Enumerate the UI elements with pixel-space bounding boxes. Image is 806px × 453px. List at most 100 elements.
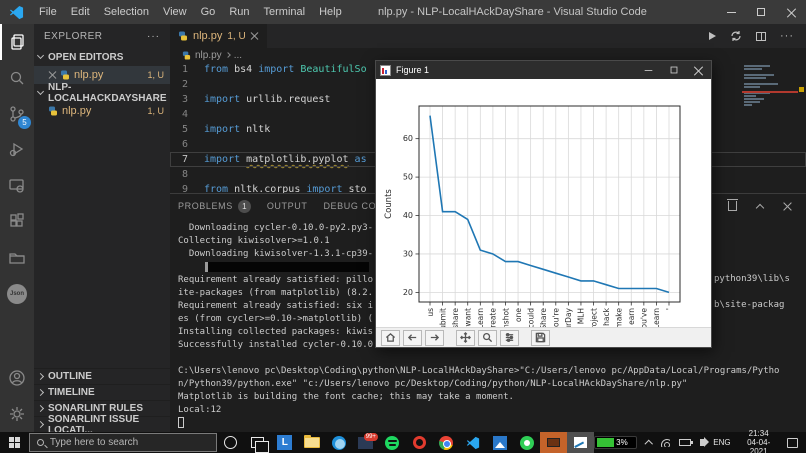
- language-indicator[interactable]: ENG: [713, 438, 730, 447]
- svg-text:60: 60: [403, 134, 413, 143]
- sidebar-item-folder-ext[interactable]: [0, 240, 34, 276]
- action-center-icon[interactable]: [787, 438, 798, 448]
- home-button[interactable]: [381, 330, 400, 346]
- subplots-button[interactable]: [500, 330, 519, 346]
- menu-go[interactable]: Go: [194, 0, 223, 24]
- taskbar-mail[interactable]: 99+: [352, 432, 379, 453]
- tray-expand-icon[interactable]: [645, 440, 653, 448]
- figure-close-button[interactable]: [686, 61, 711, 79]
- figure-title-bar[interactable]: Figure 1: [376, 61, 711, 79]
- breadcrumb-more[interactable]: ...: [234, 50, 242, 61]
- taskbar-app-blue[interactable]: [325, 432, 352, 453]
- taskbar-vscode[interactable]: [460, 432, 487, 453]
- battery-widget[interactable]: 3%: [594, 436, 637, 449]
- svg-text:50: 50: [403, 173, 413, 182]
- minimap-error-marker: [742, 91, 798, 93]
- taskbar-photos[interactable]: [487, 432, 514, 453]
- folder-section[interactable]: NLP-LOCALHACKDAYSHARE: [34, 84, 170, 102]
- close-panel-icon[interactable]: [783, 202, 792, 211]
- code-token: import: [204, 94, 240, 105]
- save-button[interactable]: [531, 330, 550, 346]
- maximize-button[interactable]: [746, 0, 776, 24]
- tab-close-icon[interactable]: [251, 32, 259, 40]
- minimap-line: [744, 68, 762, 70]
- panel-tab-output[interactable]: OUTPUT: [267, 194, 308, 218]
- terminal-cursor: [178, 417, 184, 428]
- cortana-button[interactable]: [217, 432, 244, 453]
- chevron-up-icon[interactable]: [756, 203, 764, 211]
- vscode-logo-icon: [9, 5, 24, 20]
- open-editors-section[interactable]: OPEN EDITORS: [34, 48, 170, 66]
- taskbar-figure-window[interactable]: [567, 432, 594, 453]
- sidebar-item-search[interactable]: [0, 60, 34, 96]
- code-text: import nltk: [200, 122, 270, 137]
- chevron-down-icon: [37, 88, 44, 95]
- breadcrumb-file[interactable]: nlp.py: [195, 50, 222, 61]
- menu-file[interactable]: File: [32, 0, 64, 24]
- minimap-line: [744, 77, 766, 79]
- kill-terminal-icon[interactable]: [728, 201, 737, 211]
- zoom-rect-button[interactable]: [478, 330, 497, 346]
- menu-run[interactable]: Run: [222, 0, 256, 24]
- clock[interactable]: 21:34 04-04-2021: [740, 429, 778, 453]
- line-number: 7: [170, 152, 200, 167]
- sidebar-more-actions[interactable]: ···: [147, 31, 160, 42]
- menu-terminal[interactable]: Terminal: [257, 0, 313, 24]
- minimize-button[interactable]: [716, 0, 746, 24]
- back-button[interactable]: [403, 330, 422, 346]
- taskbar-app-active-orange[interactable]: [540, 432, 567, 453]
- taskbar-search[interactable]: Type here to search: [29, 433, 218, 452]
- taskbar-app-l[interactable]: L: [271, 432, 298, 453]
- tab-nlp-py[interactable]: nlp.py 1, U: [170, 24, 267, 48]
- vscode-icon: [466, 436, 480, 450]
- taskbar-opera[interactable]: [406, 432, 433, 453]
- menu-selection[interactable]: Selection: [97, 0, 156, 24]
- sidebar-item-extensions[interactable]: [0, 204, 34, 240]
- close-editor-icon[interactable]: [48, 71, 56, 79]
- sidebar-item-remote-explorer[interactable]: [0, 168, 34, 204]
- sidebar-item-json-ext[interactable]: Json: [0, 276, 34, 312]
- sidebar-section-sonarlint-issue-locati-[interactable]: SONARLINT ISSUE LOCATI...: [34, 416, 170, 432]
- pan-button[interactable]: [456, 330, 475, 346]
- task-view-button[interactable]: [244, 432, 271, 453]
- figure-window-controls: [636, 61, 711, 79]
- minimap-line: [744, 83, 778, 85]
- account-button[interactable]: [0, 360, 34, 396]
- menu-view[interactable]: View: [156, 0, 194, 24]
- minimap[interactable]: [744, 64, 796, 107]
- taskbar-file-explorer[interactable]: [298, 432, 325, 453]
- battery-icon[interactable]: [679, 439, 690, 446]
- line-chart: 2030405060usubmitsharewantLearnreatensho…: [376, 79, 711, 329]
- sync-icon[interactable]: [730, 30, 742, 42]
- close-button[interactable]: [776, 0, 806, 24]
- sidebar-section-outline[interactable]: OUTLINE: [34, 368, 170, 384]
- menu-edit[interactable]: Edit: [64, 0, 97, 24]
- file-badge: 1, U: [147, 70, 164, 80]
- taskbar-whatsapp[interactable]: [513, 432, 540, 453]
- line-number: 4: [170, 107, 200, 122]
- sidebar-section-timeline[interactable]: TIMELINE: [34, 384, 170, 400]
- settings-button[interactable]: [0, 396, 34, 432]
- figure-minimize-button[interactable]: [636, 61, 661, 79]
- line-number: 3: [170, 92, 200, 107]
- sidebar-item-explorer[interactable]: [0, 24, 34, 60]
- taskbar-chrome[interactable]: [433, 432, 460, 453]
- figure-window[interactable]: Figure 1 2030405060usubmitsharewantLearn…: [375, 60, 712, 348]
- run-file-button[interactable]: [709, 32, 716, 40]
- sidebar-item-run-debug[interactable]: [0, 132, 34, 168]
- system-tray: 3% ENG 21:34 04-04-2021: [594, 429, 806, 453]
- split-editor-button[interactable]: [756, 32, 766, 41]
- wifi-icon[interactable]: [661, 439, 670, 447]
- start-button[interactable]: [0, 432, 29, 453]
- forward-button[interactable]: [425, 330, 444, 346]
- search-icon: [37, 439, 44, 446]
- svg-text:urDay: urDay: [564, 307, 573, 329]
- speaker-icon[interactable]: [700, 439, 705, 446]
- taskbar-spotify[interactable]: [379, 432, 406, 453]
- panel-tab-problems[interactable]: PROBLEMS1: [178, 194, 251, 218]
- figure-maximize-button[interactable]: [661, 61, 686, 79]
- menu-help[interactable]: Help: [312, 0, 349, 24]
- sidebar-item-source-control[interactable]: 5: [0, 96, 34, 132]
- file-item-nlp[interactable]: nlp.py 1, U: [34, 102, 170, 120]
- more-actions-button[interactable]: ···: [780, 30, 794, 42]
